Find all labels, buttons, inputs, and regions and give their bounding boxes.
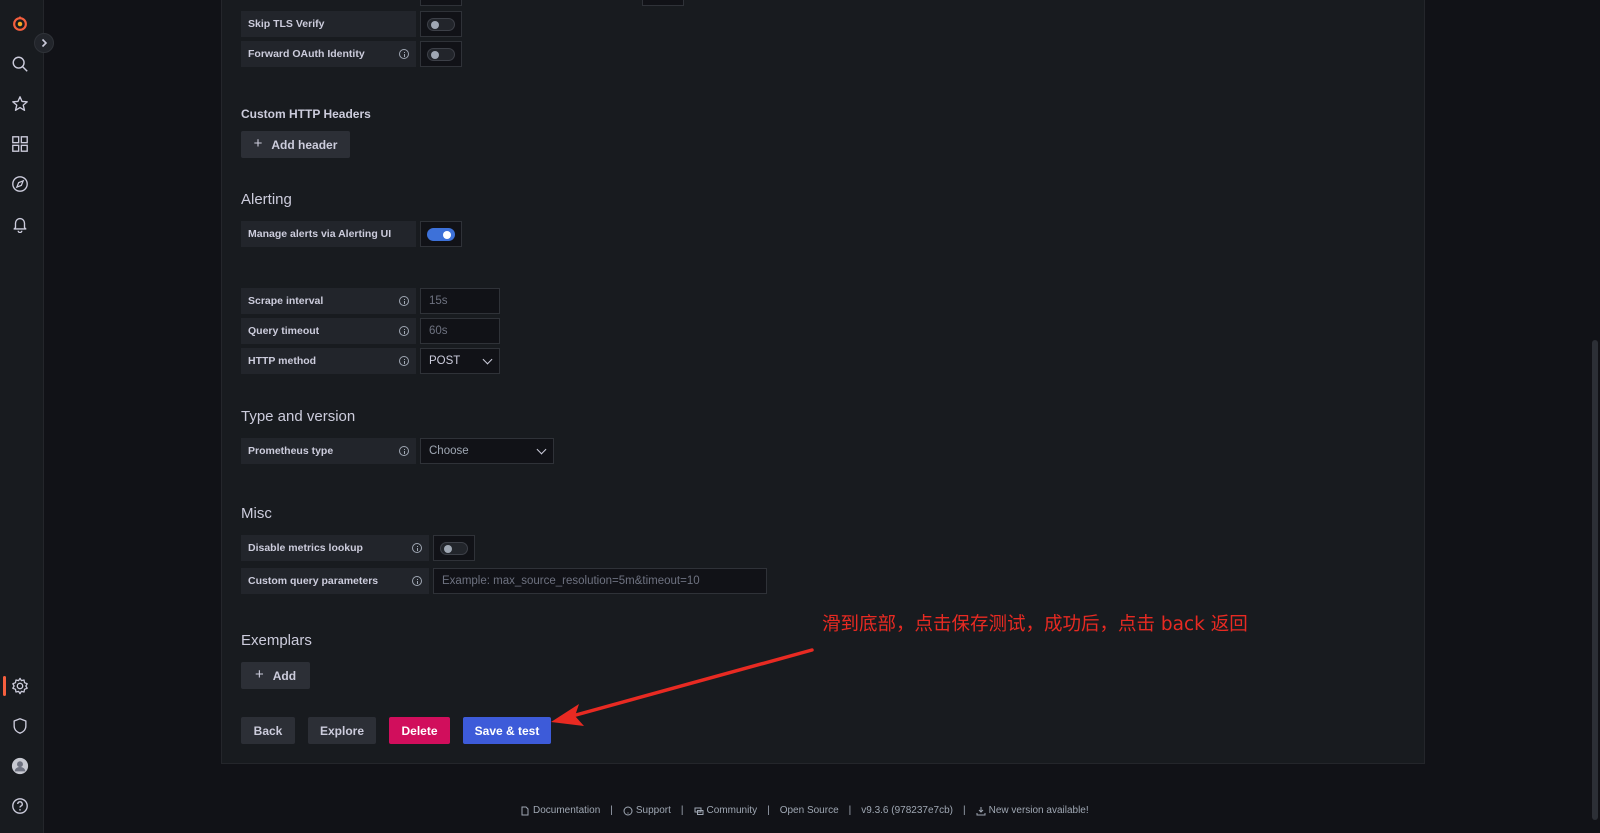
info-icon[interactable] [412, 576, 422, 586]
dashboards-icon[interactable] [10, 134, 30, 154]
partial-field [642, 0, 684, 6]
chevron-right-icon [41, 38, 48, 48]
custom-params-row: Custom query parameters Example: max_sou… [241, 568, 767, 594]
http-method-label: HTTP method [241, 348, 416, 374]
community-link[interactable]: Community [707, 805, 758, 816]
custom-headers-title: Custom HTTP Headers [241, 107, 371, 121]
skip-tls-toggle[interactable] [420, 11, 462, 37]
scrape-interval-label: Scrape interval [241, 288, 416, 314]
chevron-down-icon [482, 354, 493, 364]
shield-icon[interactable] [10, 716, 30, 736]
support-link[interactable]: Support [636, 805, 671, 816]
manage-alerts-label: Manage alerts via Alerting UI [241, 221, 416, 247]
info-icon[interactable] [399, 326, 409, 336]
delete-button[interactable]: Delete [389, 717, 450, 744]
sidebar [0, 0, 44, 833]
version-text: v9.3.6 (978237e7cb) [861, 805, 953, 816]
scrape-interval-input[interactable]: 15s [420, 288, 500, 314]
prometheus-type-row: Prometheus type Choose [241, 438, 554, 464]
misc-title: Misc [241, 505, 272, 522]
custom-params-label: Custom query parameters [241, 568, 429, 594]
chevron-down-icon [536, 444, 547, 454]
star-icon[interactable] [10, 94, 30, 114]
info-icon[interactable] [412, 543, 422, 553]
documentation-link[interactable]: Documentation [533, 805, 600, 816]
expand-sidebar-button[interactable] [34, 33, 54, 53]
save-test-button[interactable]: Save & test [463, 717, 551, 744]
support-icon [623, 806, 633, 815]
disable-lookup-row: Disable metrics lookup [241, 535, 475, 561]
custom-params-input[interactable]: Example: max_source_resolution=5m&timeou… [433, 568, 767, 594]
datasource-settings-panel [221, 0, 1425, 764]
download-icon [976, 806, 986, 815]
info-icon[interactable] [399, 446, 409, 456]
scrape-interval-row: Scrape interval 15s [241, 288, 500, 314]
plus-icon: + [254, 666, 264, 683]
gear-icon[interactable] [10, 676, 30, 696]
query-timeout-label: Query timeout [241, 318, 416, 344]
forward-oauth-row: Forward OAuth Identity [241, 41, 462, 67]
http-method-select[interactable]: POST [420, 348, 500, 374]
footer: Documentation | Support | Community | Op… [520, 805, 1089, 816]
query-timeout-row: Query timeout 60s [241, 318, 500, 344]
help-icon[interactable] [10, 796, 30, 816]
exemplars-title: Exemplars [241, 632, 312, 649]
add-exemplar-button[interactable]: + Add [241, 662, 310, 689]
http-method-row: HTTP method POST [241, 348, 500, 374]
info-icon[interactable] [399, 49, 409, 59]
plus-icon: + [253, 135, 263, 152]
prometheus-type-select[interactable]: Choose [420, 438, 554, 464]
alerting-icon[interactable] [10, 214, 30, 234]
add-header-button[interactable]: + Add header [241, 131, 350, 158]
active-indicator [3, 676, 6, 696]
community-icon [694, 807, 704, 815]
forward-oauth-toggle[interactable] [420, 41, 462, 67]
document-icon [521, 806, 529, 815]
grafana-logo-icon[interactable] [10, 14, 30, 34]
alerting-title: Alerting [241, 191, 292, 208]
disable-lookup-toggle[interactable] [433, 535, 475, 561]
avatar[interactable] [10, 756, 30, 776]
manage-alerts-toggle[interactable] [420, 221, 462, 247]
disable-lookup-label: Disable metrics lookup [241, 535, 429, 561]
skip-tls-row: Skip TLS Verify [241, 11, 462, 37]
explore-button[interactable]: Explore [308, 717, 376, 744]
scrollbar[interactable] [1592, 340, 1598, 820]
partial-field [420, 0, 462, 6]
info-icon[interactable] [399, 356, 409, 366]
prometheus-type-label: Prometheus type [241, 438, 416, 464]
open-source-link[interactable]: Open Source [780, 805, 839, 816]
manage-alerts-row: Manage alerts via Alerting UI [241, 221, 462, 247]
explore-icon[interactable] [10, 174, 30, 194]
forward-oauth-label: Forward OAuth Identity [241, 41, 416, 67]
new-version-link[interactable]: New version available! [989, 805, 1089, 816]
type-version-title: Type and version [241, 408, 356, 425]
annotation-text: 滑到底部，点击保存测试，成功后，点击 back 返回 [822, 614, 1248, 635]
query-timeout-input[interactable]: 60s [420, 318, 500, 344]
back-button[interactable]: Back [241, 717, 295, 744]
info-icon[interactable] [399, 296, 409, 306]
skip-tls-label: Skip TLS Verify [241, 11, 416, 37]
search-icon[interactable] [10, 54, 30, 74]
